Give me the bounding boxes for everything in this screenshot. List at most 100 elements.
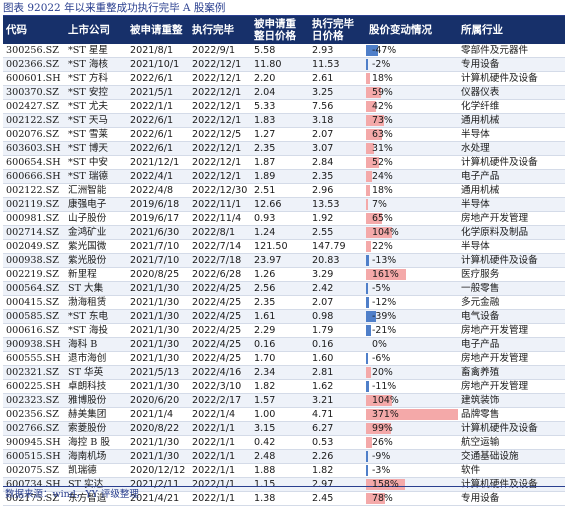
cell-code: 600555.SH: [3, 351, 65, 367]
cell-apply-date: 2022/4/1: [127, 169, 189, 185]
cell-done-date: 2022/9/1: [189, 44, 251, 59]
table-row: 900945.SH 海控 B 股 2021/1/30 2022/1/1 0.42 0.53…: [3, 435, 565, 451]
cell-apply-date: 2021/1/30: [127, 379, 189, 395]
cell-apply-price: 5.33: [251, 99, 309, 115]
cell-done-price: 2.96: [309, 183, 366, 199]
cell-code: 002766.SZ: [3, 421, 65, 437]
cell-industry: 化学纤维: [458, 99, 565, 115]
cell-price-change: 22%: [366, 239, 458, 255]
cell-apply-price: 1.24: [251, 225, 309, 241]
cell-industry: 计算机硬件及设备: [458, 155, 565, 171]
cell-code: 002321.SZ: [3, 365, 65, 381]
table-row: 002714.SZ 金鸿矿业 2021/6/30 2022/8/1 1.24 2.55 10…: [3, 225, 565, 241]
cell-apply-price: 2.04: [251, 85, 309, 101]
price-change-value: 7%: [372, 199, 387, 211]
cell-industry: 房地产开发管理: [458, 351, 565, 367]
cell-code: 002076.SZ: [3, 127, 65, 143]
cell-done-price: 2.45: [309, 491, 366, 506]
cell-code: 002049.SZ: [3, 239, 65, 255]
cell-done-price: 2.07: [309, 127, 366, 143]
cell-company: ST 大集: [65, 281, 127, 297]
cell-company: *ST 安控: [65, 85, 127, 101]
cell-apply-price: 5.58: [251, 44, 309, 59]
cell-price-change: 99%: [366, 421, 458, 437]
cell-apply-price: 1.38: [251, 491, 309, 506]
cell-industry: 建筑装饰: [458, 393, 565, 409]
cell-industry: 医疗服务: [458, 267, 565, 283]
cell-code: 002427.SZ: [3, 99, 65, 115]
price-change-value: -9%: [372, 451, 391, 463]
table-row: 000938.SZ 紫光股份 2021/7/10 2022/7/18 23.97 20.8…: [3, 253, 565, 269]
cell-apply-date: 2021/1/30: [127, 309, 189, 325]
cell-done-price: 3.21: [309, 393, 366, 409]
table-header-row: 代码 上市公司 被申请重整 执行完毕 被申请重整日价格 执行完毕日价格 股价变动…: [3, 16, 565, 44]
price-change-value: -3%: [372, 465, 391, 477]
cell-code: 600515.SH: [3, 449, 65, 465]
cell-apply-date: 2021/1/30: [127, 281, 189, 297]
cell-price-change: 104%: [366, 225, 458, 241]
cell-code: 900945.SH: [3, 435, 65, 451]
table-row: 000585.SZ *ST 东电 2021/1/30 2022/4/25 1.61 0.9…: [3, 309, 565, 325]
cell-apply-date: 2022/6/1: [127, 141, 189, 157]
cell-company: *ST 瑞德: [65, 169, 127, 185]
cell-done-price: 3.07: [309, 141, 366, 157]
cell-industry: 一般零售: [458, 281, 565, 297]
cell-price-change: -2%: [366, 57, 458, 73]
cell-price-change: 42%: [366, 99, 458, 115]
cell-done-date: 2022/4/25: [189, 295, 251, 311]
cell-industry: 专用设备: [458, 491, 565, 506]
cell-apply-date: 2022/6/1: [127, 71, 189, 87]
cell-done-price: 2.55: [309, 225, 366, 241]
cell-price-change: 31%: [366, 141, 458, 157]
cell-done-price: 11.53: [309, 57, 366, 73]
table-row: 600666.SH *ST 瑞德 2022/4/1 2022/12/1 1.89 2.35…: [3, 169, 565, 185]
cell-price-change: 20%: [366, 365, 458, 381]
col-header-apply-price: 被申请重整日价格: [251, 16, 309, 44]
cell-done-price: 13.53: [309, 197, 366, 213]
cell-price-change: 73%: [366, 113, 458, 129]
cell-code: 002075.SZ: [3, 463, 65, 479]
cell-code: 002356.SZ: [3, 407, 65, 423]
cell-code: 000616.SZ: [3, 323, 65, 339]
cell-price-change: 18%: [366, 71, 458, 87]
cell-done-date: 2022/11/4: [189, 211, 251, 227]
cell-apply-date: 2021/12/1: [127, 155, 189, 171]
cell-apply-price: 0.93: [251, 211, 309, 227]
cell-apply-price: 0.16: [251, 337, 309, 353]
col-header-code: 代码: [3, 16, 65, 44]
price-change-value: -21%: [372, 325, 397, 337]
cell-company: 紫光股份: [65, 253, 127, 269]
cell-apply-date: 2022/6/1: [127, 113, 189, 129]
price-change-value: -6%: [372, 353, 391, 365]
cell-price-change: -21%: [366, 323, 458, 339]
cell-apply-date: 2021/1/30: [127, 351, 189, 367]
cell-apply-price: 2.35: [251, 295, 309, 311]
table-row: 002356.SZ 赫美集团 2021/1/4 2022/1/4 1.00 4.71 371…: [3, 407, 565, 423]
cell-code: 600654.SH: [3, 155, 65, 171]
cell-done-date: 2022/12/1: [189, 141, 251, 157]
cell-done-price: 2.97: [309, 477, 366, 493]
cell-apply-date: 2021/7/10: [127, 239, 189, 255]
cell-done-price: 2.07: [309, 295, 366, 311]
price-change-value: 63%: [372, 129, 393, 141]
cell-company: 赫美集团: [65, 407, 127, 423]
cell-done-date: 2022/12/1: [189, 113, 251, 129]
cell-code: 000564.SZ: [3, 281, 65, 297]
cell-apply-date: 2020/8/22: [127, 421, 189, 437]
cell-apply-date: 2021/1/4: [127, 407, 189, 423]
negative-change-bar: [366, 465, 368, 477]
cell-price-change: 158%: [366, 477, 458, 493]
cell-done-date: 2022/4/25: [189, 309, 251, 325]
positive-change-bar: [366, 199, 368, 211]
cell-apply-price: 11.80: [251, 57, 309, 73]
cell-industry: 交通基础设施: [458, 449, 565, 465]
price-change-value: 73%: [372, 115, 393, 127]
price-change-value: 371%: [372, 409, 399, 421]
table-row: 002219.SZ 新里程 2020/8/25 2022/6/28 1.26 3.29 16…: [3, 267, 565, 283]
col-header-company: 上市公司: [65, 16, 127, 44]
cell-apply-date: 2020/6/20: [127, 393, 189, 409]
cell-industry: 计算机硬件及设备: [458, 477, 565, 493]
cell-industry: 水处理: [458, 141, 565, 157]
cell-industry: 化学原料及制品: [458, 225, 565, 241]
cell-company: 雅博股份: [65, 393, 127, 409]
